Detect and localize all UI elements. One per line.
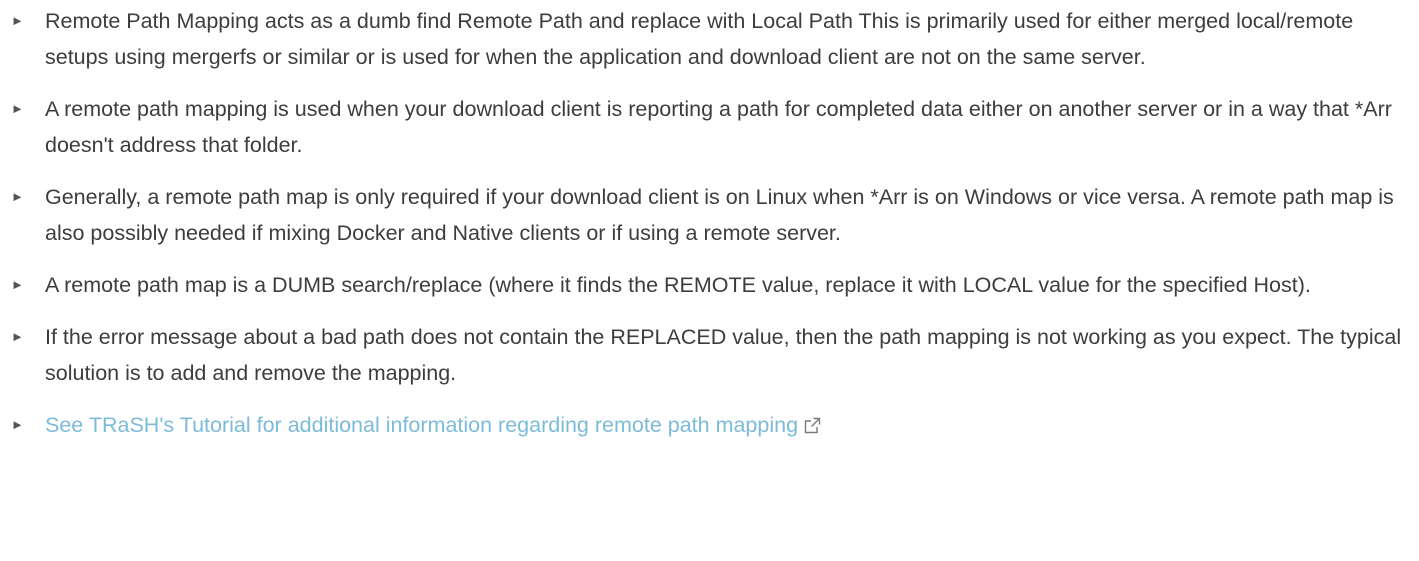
list-item-text: A remote path map is a DUMB search/repla… xyxy=(45,273,1311,297)
bullet-icon: ► xyxy=(11,13,24,28)
bullet-icon: ► xyxy=(11,277,24,292)
list-item-text: See TRaSH's Tutorial for additional info… xyxy=(45,407,1419,445)
list-item: ► A remote path map is a DUMB search/rep… xyxy=(0,267,1419,303)
bullet-list: ► Remote Path Mapping acts as a dumb fin… xyxy=(0,3,1419,445)
trash-tutorial-link[interactable]: See TRaSH's Tutorial for additional info… xyxy=(45,413,821,437)
list-item-text: Remote Path Mapping acts as a dumb find … xyxy=(45,9,1354,69)
bullet-icon: ► xyxy=(11,189,24,204)
bullet-icon: ► xyxy=(11,329,24,344)
external-link-icon xyxy=(804,409,821,445)
list-item: ► If the error message about a bad path … xyxy=(0,319,1419,391)
list-item: ► Generally, a remote path map is only r… xyxy=(0,179,1419,251)
trash-tutorial-link-label: See TRaSH's Tutorial for additional info… xyxy=(45,413,799,437)
list-item-text: Generally, a remote path map is only req… xyxy=(45,185,1394,245)
list-item: ► A remote path mapping is used when you… xyxy=(0,91,1419,163)
list-item-text: If the error message about a bad path do… xyxy=(45,325,1402,385)
list-item-link: ► See TRaSH's Tutorial for additional in… xyxy=(0,407,1419,445)
list-item: ► Remote Path Mapping acts as a dumb fin… xyxy=(0,3,1419,75)
bullet-icon: ► xyxy=(11,101,24,116)
list-item-text: A remote path mapping is used when your … xyxy=(45,97,1392,157)
bullet-icon: ► xyxy=(11,417,24,432)
